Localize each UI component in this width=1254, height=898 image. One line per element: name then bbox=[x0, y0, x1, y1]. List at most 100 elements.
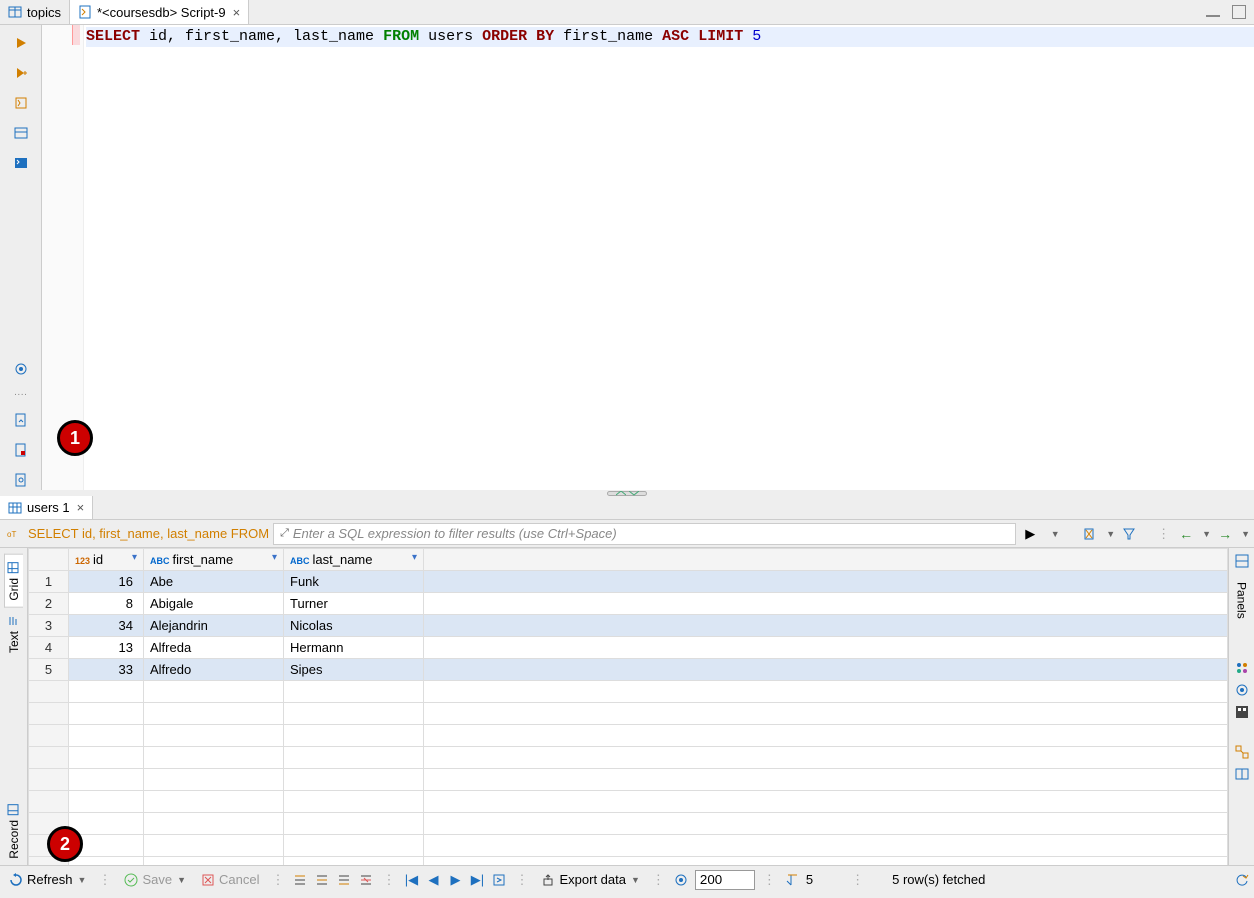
tab-grid[interactable]: Grid bbox=[4, 554, 23, 608]
cell-first-name[interactable]: Abe bbox=[144, 571, 284, 593]
nav-forward-dropdown[interactable]: ▼ bbox=[1241, 529, 1250, 539]
sql-indicator-icon[interactable]: oT bbox=[4, 524, 24, 544]
add-row-bottom-icon[interactable] bbox=[336, 872, 352, 888]
refresh-button[interactable]: Refresh ▼ bbox=[4, 870, 90, 890]
col-id[interactable]: 123id▾ bbox=[69, 549, 144, 571]
cell-last-name[interactable]: Turner bbox=[284, 593, 424, 615]
cell-first-name[interactable]: Alfreda bbox=[144, 637, 284, 659]
explain-plan-icon[interactable] bbox=[11, 123, 31, 143]
table-row[interactable]: 533AlfredoSipes bbox=[29, 659, 1228, 681]
results-tab-users[interactable]: users 1 × bbox=[0, 496, 93, 519]
empty-row bbox=[29, 681, 1228, 703]
col-dropdown-icon[interactable]: ▾ bbox=[272, 552, 277, 563]
tab-record-label: Record bbox=[7, 820, 21, 859]
clear-filter-icon[interactable] bbox=[1080, 524, 1100, 544]
settings-icon[interactable] bbox=[11, 359, 31, 379]
cell-last-name[interactable]: Funk bbox=[284, 571, 424, 593]
filter-input[interactable]: ⤢ Enter a SQL expression to filter resul… bbox=[273, 523, 1016, 545]
execute-new-tab-icon[interactable] bbox=[11, 63, 31, 83]
filter-panel-icon[interactable] bbox=[1119, 524, 1139, 544]
cell-id[interactable]: 33 bbox=[69, 659, 144, 681]
cell-first-name[interactable]: Alejandrin bbox=[144, 615, 284, 637]
restore-icon[interactable] bbox=[1234, 872, 1250, 888]
cell-first-name[interactable]: Abigale bbox=[144, 593, 284, 615]
table-row[interactable]: 334AlejandrinNicolas bbox=[29, 615, 1228, 637]
tab-script[interactable]: *<coursesdb> Script-9 × bbox=[70, 0, 249, 24]
table-row[interactable]: 116AbeFunk bbox=[29, 571, 1228, 593]
panel-value-icon[interactable] bbox=[1235, 661, 1249, 675]
col-dropdown-icon[interactable]: ▾ bbox=[132, 552, 137, 563]
check-icon bbox=[123, 872, 139, 888]
close-icon[interactable]: × bbox=[233, 5, 241, 20]
nav-forward-icon[interactable]: → bbox=[1215, 526, 1235, 542]
col-last-name[interactable]: ABClast_name▾ bbox=[284, 549, 424, 571]
filter-history-icon[interactable]: ▼ bbox=[1044, 524, 1064, 544]
tab-text[interactable]: Text bbox=[5, 608, 23, 659]
col-dropdown-icon[interactable]: ▾ bbox=[412, 552, 417, 563]
fetch-all-icon[interactable] bbox=[491, 872, 507, 888]
row-number: 3 bbox=[29, 615, 69, 637]
row-count-icon[interactable] bbox=[784, 872, 800, 888]
cell-id[interactable]: 8 bbox=[69, 593, 144, 615]
save-script-icon[interactable] bbox=[11, 440, 31, 460]
table-row[interactable]: 413AlfredaHermann bbox=[29, 637, 1228, 659]
maximize-button[interactable] bbox=[1232, 5, 1246, 19]
value-panel-icon[interactable] bbox=[1235, 554, 1249, 568]
col-first-name[interactable]: ABCfirst_name▾ bbox=[144, 549, 284, 571]
duplicate-row-icon[interactable] bbox=[314, 872, 330, 888]
cell-last-name[interactable]: Sipes bbox=[284, 659, 424, 681]
code-line-1: SELECT id, first_name, last_name FROM us… bbox=[86, 27, 1254, 47]
row-number: 4 bbox=[29, 637, 69, 659]
export-button[interactable]: Export data ▼ bbox=[536, 870, 643, 890]
cell-id[interactable]: 13 bbox=[69, 637, 144, 659]
cell-last-name[interactable]: Nicolas bbox=[284, 615, 424, 637]
results-tab-label: users 1 bbox=[27, 500, 70, 515]
empty-row bbox=[29, 747, 1228, 769]
link-editor-icon[interactable] bbox=[11, 470, 31, 490]
expand-icon[interactable]: ⤢ bbox=[280, 527, 289, 540]
nav-back-dropdown[interactable]: ▼ bbox=[1202, 529, 1211, 539]
close-icon[interactable]: × bbox=[77, 500, 85, 515]
load-script-icon[interactable] bbox=[11, 410, 31, 430]
apply-filter-icon[interactable]: ▶ bbox=[1020, 524, 1040, 544]
filter-sql-text: SELECT id, first_name, last_name FROM bbox=[28, 526, 269, 541]
cell-id[interactable]: 34 bbox=[69, 615, 144, 637]
cell-first-name[interactable]: Alfredo bbox=[144, 659, 284, 681]
nav-first-icon[interactable]: |◀ bbox=[403, 872, 419, 888]
delete-row-icon[interactable] bbox=[358, 872, 374, 888]
col-rownum[interactable] bbox=[29, 549, 69, 571]
cell-filler bbox=[424, 571, 1228, 593]
nav-last-icon[interactable]: ▶| bbox=[469, 872, 485, 888]
tab-record[interactable]: Record bbox=[5, 797, 23, 865]
keyword-asc: ASC bbox=[662, 28, 689, 45]
row-number: 2 bbox=[29, 593, 69, 615]
keyword-select: SELECT bbox=[86, 28, 140, 45]
panels-tab[interactable]: Panels bbox=[1233, 576, 1251, 625]
execute-script-icon[interactable] bbox=[11, 93, 31, 113]
tab-topics[interactable]: topics bbox=[0, 0, 70, 24]
table-row[interactable]: 28AbigaleTurner bbox=[29, 593, 1228, 615]
execute-terminal-icon[interactable] bbox=[11, 153, 31, 173]
clear-filter-dropdown[interactable]: ▼ bbox=[1106, 529, 1115, 539]
col-id-label: id bbox=[93, 552, 103, 567]
export-label: Export data bbox=[559, 872, 626, 887]
panel-calc-icon[interactable] bbox=[1235, 705, 1249, 719]
data-grid[interactable]: 123id▾ ABCfirst_name▾ ABClast_name▾ 116A… bbox=[28, 548, 1228, 865]
sql-editor[interactable]: SELECT id, first_name, last_name FROM us… bbox=[84, 25, 1254, 490]
execute-icon[interactable] bbox=[11, 33, 31, 53]
add-row-icon[interactable] bbox=[292, 872, 308, 888]
panels-tab-label: Panels bbox=[1235, 582, 1249, 619]
fetch-size-input[interactable] bbox=[695, 870, 755, 890]
save-button[interactable]: Save ▼ bbox=[119, 870, 190, 890]
panel-refs-icon[interactable] bbox=[1235, 745, 1249, 759]
nav-back-icon[interactable]: ← bbox=[1176, 526, 1196, 542]
nav-prev-icon[interactable]: ◀ bbox=[425, 872, 441, 888]
panel-metadata-icon[interactable] bbox=[1235, 767, 1249, 781]
nav-next-icon[interactable]: ▶ bbox=[447, 872, 463, 888]
cancel-button[interactable]: Cancel bbox=[196, 870, 263, 890]
cell-id[interactable]: 16 bbox=[69, 571, 144, 593]
minimize-button[interactable] bbox=[1206, 15, 1220, 17]
cell-last-name[interactable]: Hermann bbox=[284, 637, 424, 659]
panel-grouping-icon[interactable] bbox=[1235, 683, 1249, 697]
configure-icon[interactable] bbox=[673, 872, 689, 888]
